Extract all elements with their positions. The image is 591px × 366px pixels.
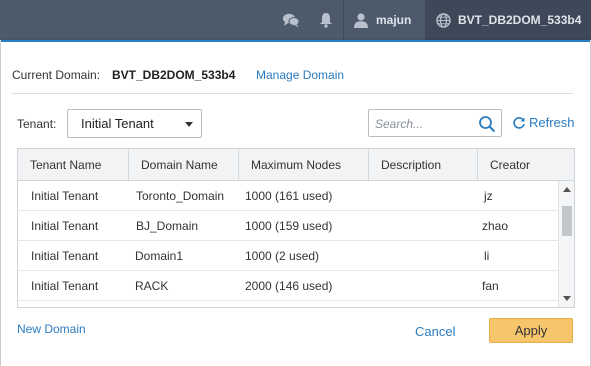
tenant-select[interactable]: Initial Tenant <box>67 109 202 138</box>
cell-tenant-name: Initial Tenant <box>31 219 99 233</box>
table-header: Tenant Name Domain Name Maximum Nodes De… <box>18 149 574 181</box>
search-box <box>368 109 502 137</box>
column-header-description[interactable]: Description <box>369 149 478 181</box>
refresh-button[interactable]: Refresh <box>512 115 575 130</box>
apply-button[interactable]: Apply <box>489 318 573 343</box>
user-name: majun <box>376 13 412 27</box>
cell-creator: jz <box>484 189 493 203</box>
cell-domain-name: Toronto_Domain <box>136 189 225 203</box>
domain-menu[interactable]: BVT_DB2DOM_533b4 <box>425 0 591 40</box>
cell-maximum-nodes: 1000 (161 used) <box>245 189 333 203</box>
column-header-tenant-name[interactable]: Tenant Name <box>18 149 129 181</box>
caret-down-icon <box>185 122 193 127</box>
column-header-creator[interactable]: Creator <box>478 149 574 181</box>
refresh-label: Refresh <box>529 115 575 130</box>
cell-domain-name: Domain1 <box>135 249 184 263</box>
scroll-up-icon[interactable] <box>563 187 571 192</box>
cell-tenant-name: Initial Tenant <box>31 189 99 203</box>
globe-icon <box>436 12 451 28</box>
manage-domain-link[interactable]: Manage Domain <box>256 68 344 82</box>
cell-creator: fan <box>482 279 499 293</box>
cell-tenant-name: Initial Tenant <box>31 249 99 263</box>
cell-domain-name: RACK <box>135 279 169 293</box>
cell-maximum-nodes: 1000 (2 used) <box>245 249 320 263</box>
domain-name: BVT_DB2DOM_533b4 <box>458 13 582 27</box>
table-scrollbar[interactable] <box>558 181 574 307</box>
refresh-icon <box>512 116 526 130</box>
chat-icon[interactable] <box>280 0 302 40</box>
new-domain-link[interactable]: New Domain <box>17 322 86 336</box>
current-domain-value: BVT_DB2DOM_533b4 <box>112 68 236 82</box>
table-body: Initial Tenant Toronto_Domain 1000 (161 … <box>18 181 558 307</box>
cell-creator: li <box>484 249 490 263</box>
current-domain-label: Current Domain: <box>12 68 101 82</box>
column-header-maximum-nodes[interactable]: Maximum Nodes <box>239 149 369 181</box>
table-row[interactable]: Initial Tenant Toronto_Domain 1000 (161 … <box>18 181 558 211</box>
bell-icon[interactable] <box>316 0 336 40</box>
search-input[interactable] <box>375 115 475 132</box>
cancel-button[interactable]: Cancel <box>415 324 455 339</box>
search-icon[interactable] <box>478 115 496 133</box>
tenant-selected-value: Initial Tenant <box>81 116 154 131</box>
user-icon <box>354 12 368 28</box>
user-menu[interactable]: majun <box>343 0 425 40</box>
scroll-down-icon[interactable] <box>563 296 571 301</box>
cell-tenant-name: Initial Tenant <box>31 279 99 293</box>
table-row[interactable]: Initial Tenant BJ_Domain 1000 (159 used)… <box>18 211 558 241</box>
divider <box>12 93 573 94</box>
cell-maximum-nodes: 2000 (146 used) <box>245 279 333 293</box>
tenant-label: Tenant: <box>17 117 57 131</box>
domain-dialog: Current Domain: BVT_DB2DOM_533b4 Manage … <box>1 40 590 366</box>
scrollbar-thumb[interactable] <box>562 206 572 236</box>
cell-creator: zhao <box>482 219 509 233</box>
top-bar: majun BVT_DB2DOM_533b4 <box>0 0 591 40</box>
column-header-domain-name[interactable]: Domain Name <box>129 149 239 181</box>
table-row[interactable]: Initial Tenant RACK 2000 (146 used) fan <box>18 271 558 301</box>
cell-domain-name: BJ_Domain <box>136 219 199 233</box>
cell-maximum-nodes: 1000 (159 used) <box>245 219 333 233</box>
domain-table: Tenant Name Domain Name Maximum Nodes De… <box>17 148 575 308</box>
table-row[interactable]: Initial Tenant Domain1 1000 (2 used) li <box>18 241 558 271</box>
